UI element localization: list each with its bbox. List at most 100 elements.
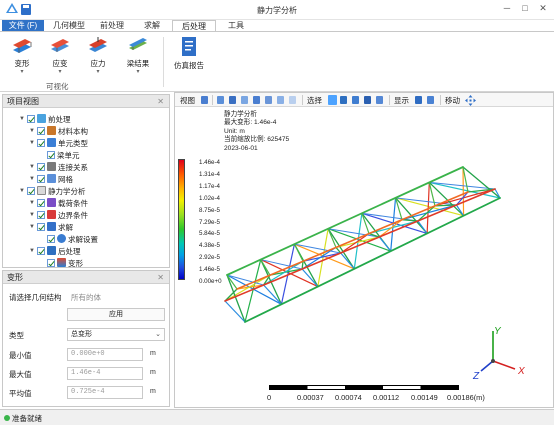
- chevron-down-icon[interactable]: ▼: [29, 162, 37, 173]
- tree-item-solve[interactable]: ▼ 求解: [29, 222, 73, 233]
- min-value: 0.000e+0: [67, 348, 143, 361]
- axis-x-label: X: [517, 366, 525, 377]
- close-icon[interactable]: ✕: [157, 271, 164, 284]
- chevron-down-icon[interactable]: ▼: [29, 246, 37, 257]
- stress-button[interactable]: 应力 ▾: [84, 36, 112, 75]
- report-icon: [182, 37, 196, 56]
- chevron-down-icon[interactable]: ▼: [29, 174, 37, 185]
- chevron-down-icon[interactable]: ▼: [29, 210, 37, 221]
- select-point-icon[interactable]: [328, 95, 337, 105]
- tree-item-beam-element[interactable]: 梁单元: [47, 150, 80, 161]
- close-icon[interactable]: ✕: [536, 3, 550, 14]
- apply-button[interactable]: 应用: [67, 308, 165, 321]
- beam-result-button[interactable]: 梁结果 ▾: [124, 36, 152, 75]
- maximize-icon[interactable]: □: [518, 3, 532, 13]
- min-unit: m: [150, 350, 156, 357]
- select-edge-icon[interactable]: [340, 96, 347, 104]
- checkbox[interactable]: [37, 199, 45, 207]
- checkbox[interactable]: [37, 223, 45, 231]
- select-face-icon[interactable]: [352, 96, 359, 104]
- max-unit: m: [150, 369, 156, 376]
- tab-geometry[interactable]: 几何模型: [48, 20, 90, 31]
- strain-button[interactable]: 应变 ▾: [46, 36, 74, 75]
- chevron-down-icon[interactable]: ⌄: [155, 329, 161, 340]
- project-view-title: 项目视图: [7, 97, 39, 106]
- checkbox[interactable]: [37, 163, 45, 171]
- view-left-icon[interactable]: [241, 96, 248, 104]
- checkbox[interactable]: [47, 235, 55, 243]
- ribbon-separator: [163, 37, 164, 87]
- display-wireframe-icon[interactable]: [427, 96, 434, 104]
- properties-title: 变形: [7, 273, 23, 282]
- tab-file[interactable]: 文件 (F): [2, 20, 44, 31]
- type-value: 总变形: [71, 331, 92, 338]
- checkbox[interactable]: [47, 151, 55, 159]
- minimize-icon[interactable]: ─: [500, 3, 514, 13]
- view-iso-icon[interactable]: [277, 96, 284, 104]
- select-body-icon[interactable]: [364, 96, 371, 104]
- checkbox[interactable]: [37, 211, 45, 219]
- chevron-down-icon[interactable]: ▼: [29, 126, 37, 137]
- beam-result-icon: [129, 38, 147, 50]
- scale-label-3: 0.00112: [373, 393, 400, 402]
- deformation-button[interactable]: 变形 ▾: [8, 36, 36, 75]
- toolbar-separator: [389, 95, 390, 105]
- checkbox[interactable]: [37, 139, 45, 147]
- truss-diagonal: [462, 166, 465, 217]
- window-title: 静力学分析: [257, 6, 297, 15]
- truss-vertical: [361, 212, 370, 235]
- move-label: 移动: [445, 96, 460, 105]
- tab-postprocess[interactable]: 后处理: [172, 20, 216, 31]
- tree-item-postprocess[interactable]: ▼ 后处理: [29, 246, 81, 257]
- tab-tools[interactable]: 工具: [218, 20, 254, 31]
- checkbox[interactable]: [47, 259, 55, 267]
- tree-item-material[interactable]: ▼ 材料本构: [29, 126, 88, 137]
- checkbox[interactable]: [37, 127, 45, 135]
- tree-item-mesh[interactable]: ▼ 网格: [29, 174, 73, 185]
- tree-item-boundary-conditions[interactable]: ▼ 边界条件: [29, 210, 88, 221]
- element-type-icon: [47, 138, 56, 147]
- view-fit-icon[interactable]: [289, 96, 296, 104]
- truss-chord: [224, 188, 496, 302]
- tree-label: 变形: [68, 259, 83, 268]
- stress-label: 应力: [90, 59, 106, 68]
- deformation-properties-panel: 变形 ✕ 请选择几何结构 所有的体 应用 类型 总变形 ⌄ 最小值 0.000e…: [2, 270, 170, 407]
- display-shaded-icon[interactable]: [415, 96, 422, 104]
- project-view-header: 项目视图 ✕: [3, 95, 169, 108]
- toolbar-separator: [212, 95, 213, 105]
- move-icon[interactable]: [465, 95, 476, 106]
- select-all-icon[interactable]: [376, 96, 383, 104]
- simulation-report-button[interactable]: 仿真报告: [171, 36, 207, 71]
- tree-label: 求解设置: [68, 235, 98, 244]
- checkbox[interactable]: [27, 187, 35, 195]
- chevron-down-icon[interactable]: ▼: [29, 222, 37, 233]
- view-bottom-icon[interactable]: [265, 96, 272, 104]
- tree-item-load-conditions[interactable]: ▼ 载荷条件: [29, 198, 88, 209]
- tab-solve[interactable]: 求解: [134, 20, 170, 31]
- chevron-down-icon: ▾: [20, 69, 24, 75]
- tree-item-static-analysis[interactable]: ▼ 静力学分析: [19, 186, 86, 197]
- tree-item-element-type[interactable]: ▼ 单元类型: [29, 138, 88, 149]
- tree-item-preprocess[interactable]: ▼ 前处理: [19, 114, 71, 125]
- 3d-viewport[interactable]: 视图 选择 显示 移动 静力学分析 最大变形: 1.46e-4 Unit: m …: [174, 92, 554, 408]
- checkbox[interactable]: [27, 115, 35, 123]
- chevron-down-icon[interactable]: ▼: [29, 138, 37, 149]
- close-icon[interactable]: ✕: [157, 95, 164, 108]
- axis-z-label: Z: [472, 371, 480, 381]
- tree-item-solve-settings[interactable]: 求解设置: [47, 234, 98, 245]
- select-geometry-value[interactable]: 所有的体: [71, 292, 101, 303]
- view-back-icon[interactable]: [253, 96, 260, 104]
- connection-icon: [47, 162, 56, 171]
- chevron-down-icon[interactable]: ▼: [19, 186, 27, 197]
- tree-item-deformation[interactable]: 变形: [47, 258, 83, 269]
- chevron-down-icon[interactable]: ▼: [29, 198, 37, 209]
- tab-preprocess[interactable]: 前处理: [92, 20, 132, 31]
- view-top-icon[interactable]: [217, 96, 224, 104]
- checkbox[interactable]: [37, 247, 45, 255]
- type-select[interactable]: 总变形 ⌄: [67, 328, 165, 341]
- view-front-icon[interactable]: [201, 96, 208, 104]
- tree-item-connection[interactable]: ▼ 连接关系: [29, 162, 88, 173]
- view-right-icon[interactable]: [229, 96, 236, 104]
- chevron-down-icon[interactable]: ▼: [19, 114, 27, 125]
- checkbox[interactable]: [37, 175, 45, 183]
